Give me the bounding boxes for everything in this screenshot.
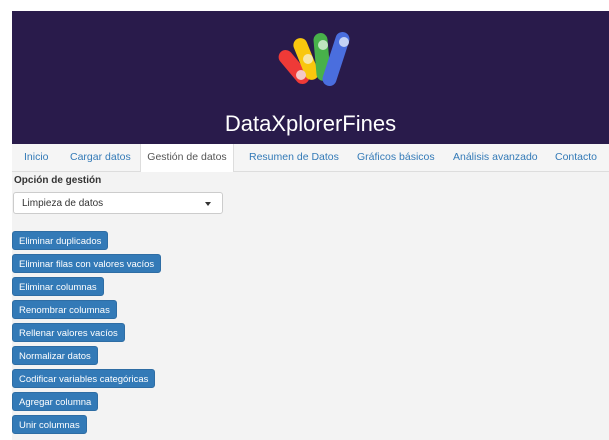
management-option-label: Opción de gestión bbox=[14, 175, 102, 186]
management-option-select[interactable]: Limpieza de datos bbox=[13, 192, 223, 214]
action-buttons: Eliminar duplicados Eliminar filas con v… bbox=[12, 231, 162, 438]
page: DataXplorerFines Inicio Cargar datos Ges… bbox=[0, 0, 609, 440]
nav-tabs: Inicio Cargar datos Gestión de datos Res… bbox=[12, 144, 609, 172]
encode-categorical-button[interactable]: Codificar variables categóricas bbox=[12, 369, 156, 388]
tab-inicio[interactable]: Inicio bbox=[24, 144, 49, 171]
remove-duplicates-button[interactable]: Eliminar duplicados bbox=[12, 231, 109, 250]
remove-columns-button[interactable]: Eliminar columnas bbox=[12, 277, 104, 296]
add-column-button[interactable]: Agregar columna bbox=[12, 392, 99, 411]
tab-cargar-datos[interactable]: Cargar datos bbox=[70, 144, 131, 171]
tab-gestion-de-datos[interactable]: Gestión de datos bbox=[140, 144, 234, 172]
tab-contacto[interactable]: Contacto bbox=[555, 144, 597, 171]
chevron-down-icon bbox=[205, 202, 211, 206]
tab-resumen-de-datos[interactable]: Resumen de Datos bbox=[249, 144, 339, 171]
select-value: Limpieza de datos bbox=[22, 198, 104, 209]
app-header: DataXplorerFines bbox=[12, 11, 609, 144]
remove-empty-rows-button[interactable]: Eliminar filas con valores vacíos bbox=[12, 254, 162, 273]
tab-graficos-basicos[interactable]: Gráficos básicos bbox=[357, 144, 435, 171]
fill-empty-values-button[interactable]: Rellenar valores vacíos bbox=[12, 323, 125, 342]
main-panel: Opción de gestión Limpieza de datos Elim… bbox=[12, 172, 609, 440]
rename-columns-button[interactable]: Renombrar columnas bbox=[12, 300, 117, 319]
join-columns-button[interactable]: Unir columnas bbox=[12, 415, 87, 434]
normalize-data-button[interactable]: Normalizar datos bbox=[12, 346, 98, 365]
logo-icon bbox=[278, 32, 350, 86]
tab-analisis-avanzado[interactable]: Análisis avanzado bbox=[453, 144, 538, 171]
app-title: DataXplorerFines bbox=[224, 111, 397, 136]
